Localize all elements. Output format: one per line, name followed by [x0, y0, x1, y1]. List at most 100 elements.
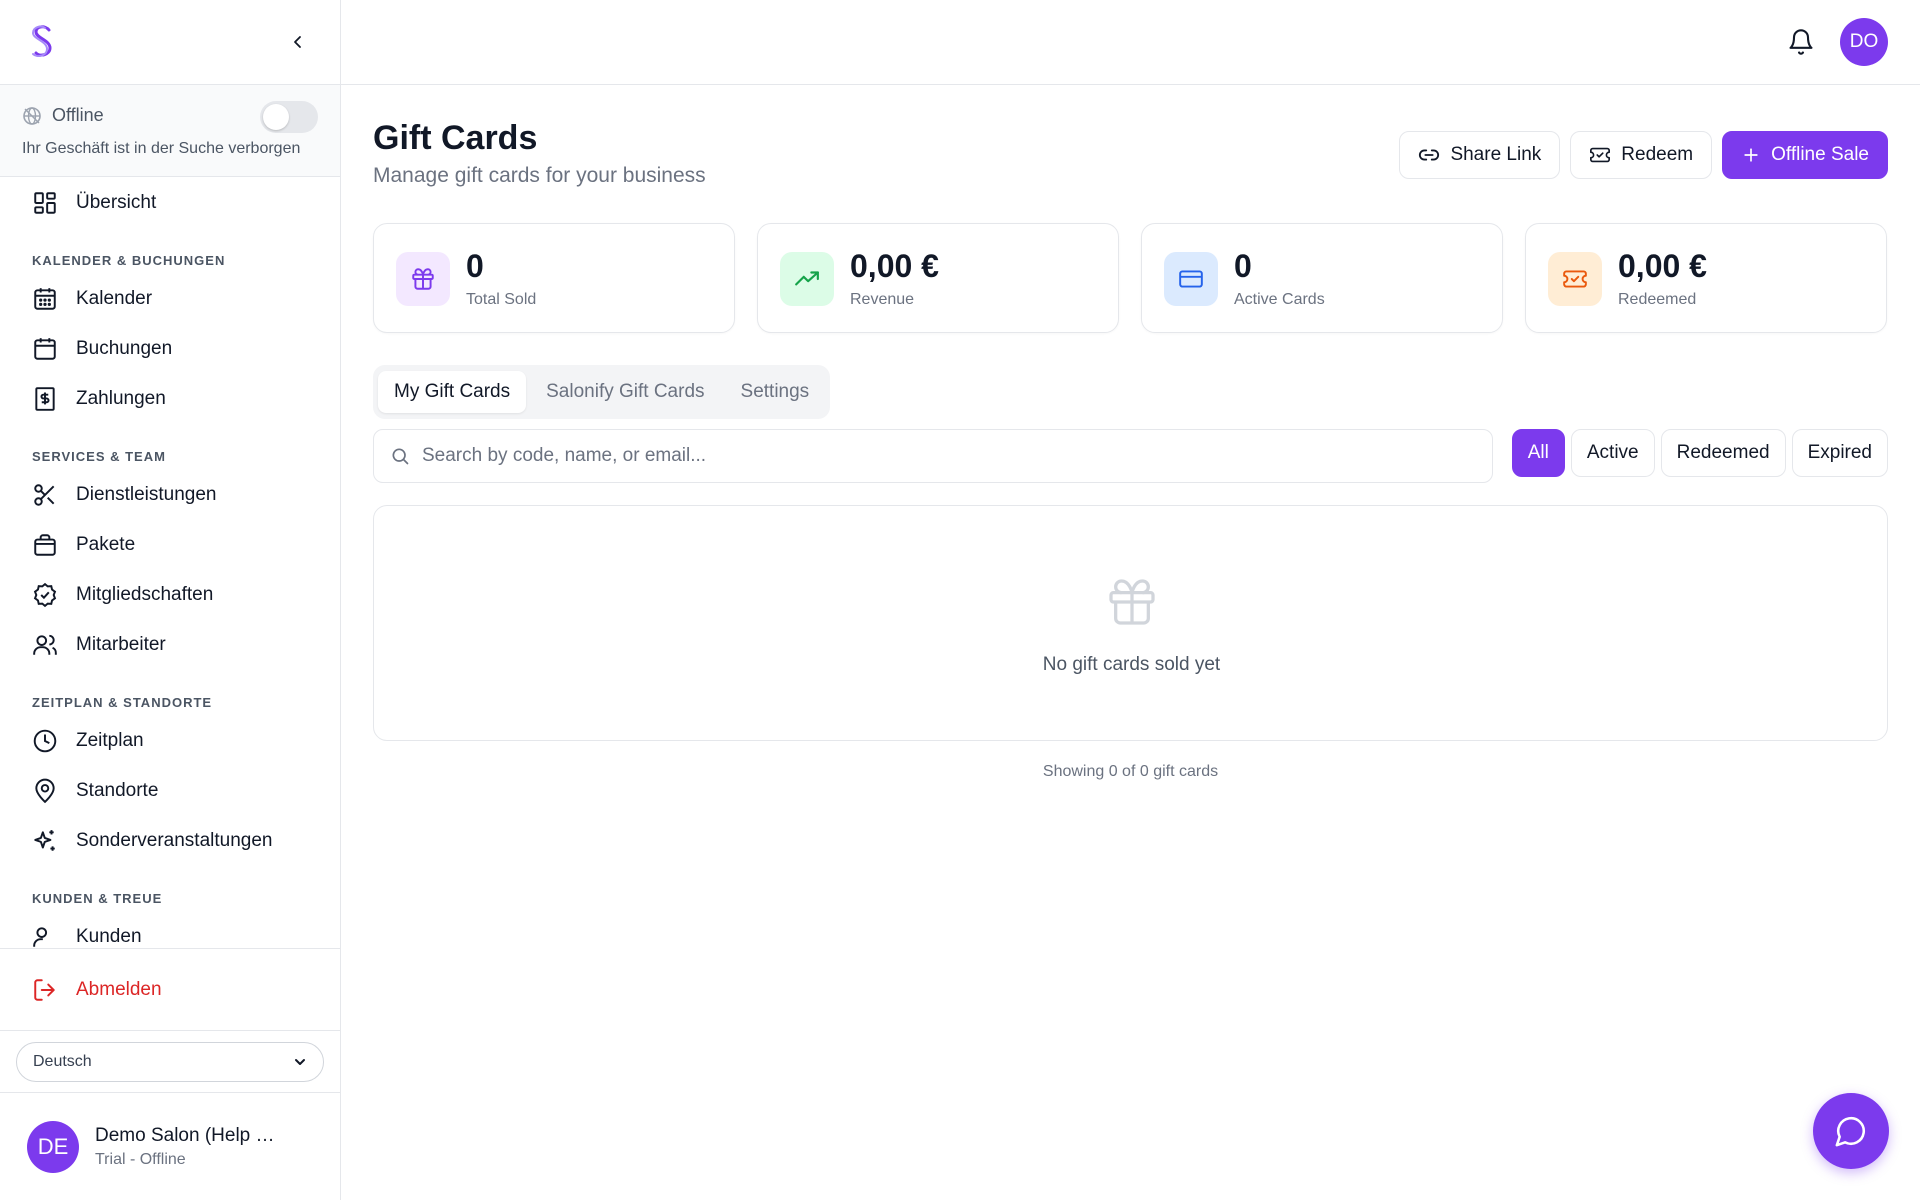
redeem-button[interactable]: Redeem [1570, 131, 1713, 179]
tab-salonify-gift-cards[interactable]: Salonify Gift Cards [530, 371, 720, 413]
account-name: Demo Salon (Help … [95, 1124, 275, 1146]
bell-icon[interactable] [1787, 28, 1815, 56]
status-row: Offline [22, 105, 104, 126]
sidebar-item-staff[interactable]: Mitarbeiter [0, 620, 340, 670]
sidebar-item-payments[interactable]: Zahlungen [0, 374, 340, 424]
gift-card-tabs: My Gift Cards Salonify Gift Cards Settin… [373, 365, 831, 419]
logout-label: Abmelden [76, 978, 162, 1000]
stat-card-revenue: 0,00 € Revenue [757, 223, 1119, 333]
offline-sale-label: Offline Sale [1771, 144, 1869, 165]
filter-expired[interactable]: Expired [1791, 429, 1888, 477]
page-subtitle: Manage gift cards for your business [373, 164, 706, 187]
receipt-dollar-icon [35, 387, 55, 411]
sidebar-nav: Übersicht KALENDER & BUCHUNGEN Kalender … [0, 178, 340, 948]
online-toggle[interactable] [260, 101, 318, 133]
gift-icon [412, 268, 434, 290]
filter-all[interactable]: All [1511, 429, 1565, 477]
logout-button[interactable]: Abmelden [0, 949, 340, 1031]
pagination-summary: Showing 0 of 0 gift cards [1042, 763, 1219, 780]
page-actions: Share Link Redeem Offline Sale [1399, 131, 1888, 179]
filter-active[interactable]: Active [1570, 429, 1655, 477]
stat-icon-wrap [780, 252, 834, 306]
stat-label: Active Cards [1234, 291, 1325, 308]
sidebar-footer: Abmelden Deutsch DE Demo Salon (Help … T… [0, 948, 340, 1200]
stat-icon-wrap [1164, 252, 1218, 306]
account-info: Demo Salon (Help … Trial - Offline [95, 1125, 275, 1169]
stat-value: 0,00 € [850, 248, 939, 284]
sidebar-item-label: Kalender [76, 288, 153, 309]
language-value: Deutsch [33, 1052, 92, 1070]
sidebar-item-label: Buchungen [76, 338, 173, 359]
search-box [373, 429, 1493, 483]
empty-state-message: No gift cards sold yet [1042, 654, 1221, 675]
users-icon [33, 634, 57, 655]
sidebar-item-label: Mitarbeiter [76, 634, 166, 655]
sidebar-item-label: Sonderveranstaltungen [76, 830, 273, 851]
search-input[interactable] [422, 445, 1492, 467]
visibility-status: Offline Ihr Geschäft ist in der Suche ve… [0, 85, 340, 177]
sidebar-item-services[interactable]: Dienstleistungen [0, 470, 340, 520]
status-filters: All Active Redeemed Expired [1511, 429, 1888, 477]
stat-card-active-cards: 0 Active Cards [1141, 223, 1503, 333]
language-select[interactable]: Deutsch [16, 1041, 324, 1082]
empty-state: No gift cards sold yet [373, 505, 1888, 741]
clock-icon [33, 729, 57, 753]
layout-dashboard-icon [34, 192, 56, 214]
salonify-logo[interactable] [28, 24, 58, 60]
sidebar-item-packages[interactable]: Pakete [0, 520, 340, 570]
chevron-left-icon [294, 36, 301, 48]
sidebar-item-calendar[interactable]: Kalender [0, 274, 340, 324]
section-title-services: SERVICES & TEAM [32, 449, 166, 464]
user-avatar[interactable]: DO [1840, 18, 1888, 66]
sidebar-item-label: Standorte [76, 780, 159, 801]
section-title-calendar: KALENDER & BUCHUNGEN [32, 253, 226, 268]
credit-card-icon [1179, 270, 1203, 288]
filter-redeemed[interactable]: Redeemed [1660, 429, 1786, 477]
stat-value: 0 [466, 248, 484, 284]
sidebar-item-schedule[interactable]: Zeitplan [0, 716, 340, 766]
toggle-knob [263, 104, 289, 130]
sidebar-item-bookings[interactable]: Buchungen [0, 324, 340, 374]
plus-icon [1744, 148, 1758, 162]
stat-icon-wrap [1548, 252, 1602, 306]
sidebar: Offline Ihr Geschäft ist in der Suche ve… [0, 0, 341, 1200]
user-heart-icon [33, 927, 48, 947]
sidebar-header [0, 0, 340, 85]
tab-my-gift-cards[interactable]: My Gift Cards [378, 371, 527, 413]
stat-value: 0,00 € [1618, 248, 1707, 284]
sidebar-item-label: Zeitplan [76, 730, 144, 751]
search-icon [392, 448, 409, 465]
share-link-button[interactable]: Share Link [1399, 131, 1561, 179]
sidebar-item-memberships[interactable]: Mitgliedschaften [0, 570, 340, 620]
sidebar-item-overview[interactable]: Übersicht [0, 178, 340, 228]
sidebar-item-label: Übersicht [76, 192, 157, 213]
scissors-icon [34, 484, 55, 506]
share-link-label: Share Link [1450, 144, 1542, 165]
ticket-icon [1590, 147, 1611, 163]
trending-up-icon [795, 271, 819, 286]
tab-settings[interactable]: Settings [725, 371, 826, 413]
chat-button[interactable] [1813, 1093, 1889, 1169]
sidebar-item-label: Kunden [76, 926, 142, 947]
sidebar-item-label: Dienstleistungen [76, 484, 217, 505]
topbar: DO [341, 0, 1920, 85]
stat-card-redeemed: 0,00 € Redeemed [1525, 223, 1887, 333]
sidebar-item-customers[interactable]: Kunden [0, 912, 340, 948]
sparkles-icon [34, 830, 55, 851]
account-plan: Trial - Offline [95, 1150, 186, 1168]
section-title-schedule: ZEITPLAN & STANDORTE [32, 695, 213, 710]
map-pin-icon [35, 778, 55, 804]
sidebar-item-special-events[interactable]: Sonderveranstaltungen [0, 816, 340, 866]
stat-value: 0 [1234, 248, 1252, 284]
redeem-label: Redeem [1621, 144, 1694, 165]
account-switcher[interactable]: DE Demo Salon (Help … Trial - Offline [0, 1093, 340, 1200]
gift-icon [1109, 579, 1155, 625]
stat-label: Redeemed [1618, 291, 1697, 308]
sidebar-item-locations[interactable]: Standorte [0, 766, 340, 816]
sidebar-item-label: Mitgliedschaften [76, 584, 214, 605]
offline-sale-button[interactable]: Offline Sale [1722, 131, 1888, 179]
stat-icon-wrap [396, 252, 450, 306]
account-avatar: DE [27, 1120, 79, 1173]
collapse-sidebar-button[interactable] [286, 30, 310, 54]
stat-label: Total Sold [466, 291, 537, 308]
